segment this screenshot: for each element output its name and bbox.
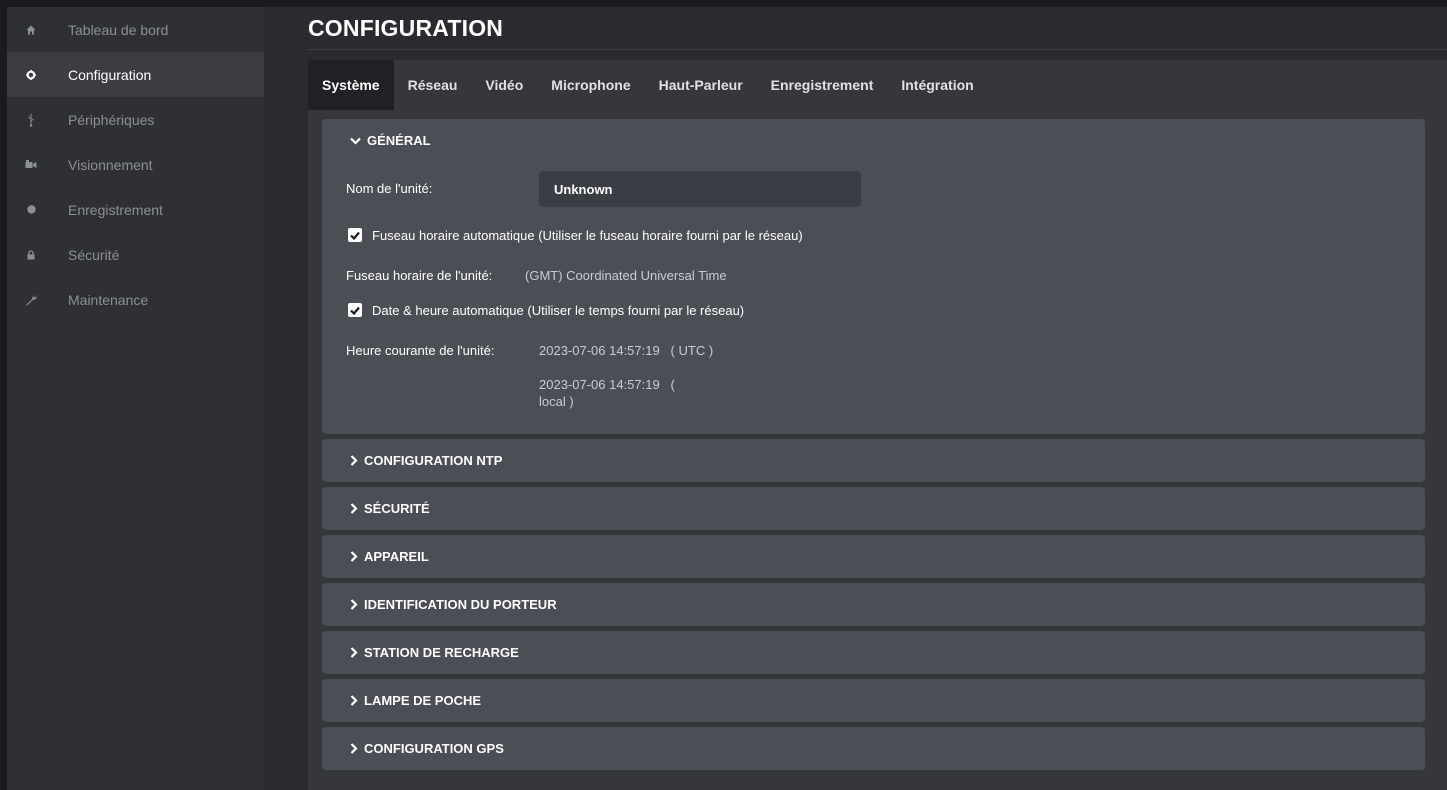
record-dot-icon xyxy=(7,205,55,214)
sidebar: Tableau de bord Configuration Périphériq… xyxy=(7,7,264,790)
panel-ntp: CONFIGURATION NTP xyxy=(322,439,1425,482)
chevron-right-icon xyxy=(350,599,358,610)
app-root: Tableau de bord Configuration Périphériq… xyxy=(0,0,1447,790)
tab-speaker[interactable]: Haut-Parleur xyxy=(645,60,757,110)
chevron-right-icon xyxy=(350,503,358,514)
panel-gps: CONFIGURATION GPS xyxy=(322,727,1425,770)
home-icon xyxy=(7,25,55,35)
sidebar-item-label: Périphériques xyxy=(68,111,155,128)
sidebar-item-label: Visionnement xyxy=(68,156,153,173)
panel-title: CONFIGURATION NTP xyxy=(364,453,503,468)
tab-recording[interactable]: Enregistrement xyxy=(757,60,888,110)
gear-icon xyxy=(7,69,55,80)
panel-title: CONFIGURATION GPS xyxy=(364,741,504,756)
page-title: CONFIGURATION xyxy=(308,15,504,41)
main-area: CONFIGURATION Système Réseau Vidéo Micro… xyxy=(264,7,1447,790)
chevron-down-icon xyxy=(350,137,361,145)
panel-gps-header[interactable]: CONFIGURATION GPS xyxy=(322,727,1425,770)
chevron-right-icon xyxy=(350,695,358,706)
chevron-right-icon xyxy=(350,743,358,754)
usb-icon xyxy=(7,113,55,127)
sidebar-item-label: Maintenance xyxy=(68,291,149,308)
video-icon xyxy=(7,160,55,169)
panel-title: SÉCURITÉ xyxy=(364,501,430,516)
tab-video[interactable]: Vidéo xyxy=(471,60,537,110)
lock-icon xyxy=(7,249,55,260)
panel-general-header[interactable]: GÉNÉRAL xyxy=(322,119,1425,162)
panel-general: GÉNÉRAL Nom de l'unité: Fuseau horaire a… xyxy=(322,119,1425,434)
sidebar-item-recording[interactable]: Enregistrement xyxy=(7,187,264,232)
sidebar-item-configuration[interactable]: Configuration xyxy=(7,52,264,97)
content-panel: Système Réseau Vidéo Microphone Haut-Par… xyxy=(308,60,1447,790)
auto-timezone-label[interactable]: Fuseau horaire automatique (Utiliser le … xyxy=(372,228,803,243)
panel-wearer-id-header[interactable]: IDENTIFICATION DU PORTEUR xyxy=(322,583,1425,626)
panel-title: GÉNÉRAL xyxy=(367,133,431,148)
chevron-right-icon xyxy=(350,551,358,562)
accordion: GÉNÉRAL Nom de l'unité: Fuseau horaire a… xyxy=(322,119,1425,775)
wrench-icon xyxy=(7,294,55,306)
panel-title: LAMPE DE POCHE xyxy=(364,693,482,708)
sidebar-item-security[interactable]: Sécurité xyxy=(7,232,264,277)
panel-security-header[interactable]: SÉCURITÉ xyxy=(322,487,1425,530)
current-time-utc: 2023-07-06 14:57:19 ( UTC ) xyxy=(539,343,714,358)
panel-title: STATION DE RECHARGE xyxy=(364,645,519,660)
panel-security: SÉCURITÉ xyxy=(322,487,1425,530)
unit-name-label: Nom de l'unité: xyxy=(346,181,433,196)
sidebar-item-label: Configuration xyxy=(68,66,152,83)
sidebar-item-peripherals[interactable]: Périphériques xyxy=(7,97,264,142)
checkmark-icon xyxy=(350,231,360,240)
panel-device-header[interactable]: APPAREIL xyxy=(322,535,1425,578)
auto-timezone-checkbox[interactable] xyxy=(348,228,362,242)
checkmark-icon xyxy=(350,306,360,315)
sidebar-item-label: Tableau de bord xyxy=(68,21,169,38)
panel-title: IDENTIFICATION DU PORTEUR xyxy=(364,597,557,612)
timezone-value: (GMT) Coordinated Universal Time xyxy=(525,268,727,283)
tab-network[interactable]: Réseau xyxy=(394,60,472,110)
auto-datetime-label[interactable]: Date & heure automatique (Utiliser le te… xyxy=(372,303,744,318)
tab-integration[interactable]: Intégration xyxy=(887,60,987,110)
panel-flashlight: LAMPE DE POCHE xyxy=(322,679,1425,722)
panel-device: APPAREIL xyxy=(322,535,1425,578)
current-time-local-line2: local ) xyxy=(539,394,574,409)
panel-charging-station-header[interactable]: STATION DE RECHARGE xyxy=(322,631,1425,674)
chevron-right-icon xyxy=(350,455,358,466)
unit-name-input[interactable] xyxy=(539,171,861,207)
tab-system[interactable]: Système xyxy=(308,60,394,110)
timezone-label: Fuseau horaire de l'unité: xyxy=(346,268,493,283)
auto-datetime-checkbox[interactable] xyxy=(348,303,362,317)
current-time-local-line1: 2023-07-06 14:57:19 ( xyxy=(539,377,675,392)
title-divider xyxy=(308,49,1447,50)
sidebar-item-viewing[interactable]: Visionnement xyxy=(7,142,264,187)
panel-charging-station: STATION DE RECHARGE xyxy=(322,631,1425,674)
panel-ntp-header[interactable]: CONFIGURATION NTP xyxy=(322,439,1425,482)
tab-bar: Système Réseau Vidéo Microphone Haut-Par… xyxy=(308,60,1447,110)
sidebar-item-label: Enregistrement xyxy=(68,201,163,218)
chevron-right-icon xyxy=(350,647,358,658)
tab-microphone[interactable]: Microphone xyxy=(537,60,644,110)
sidebar-item-maintenance[interactable]: Maintenance xyxy=(7,277,264,322)
sidebar-item-label: Sécurité xyxy=(68,246,120,263)
panel-wearer-id: IDENTIFICATION DU PORTEUR xyxy=(322,583,1425,626)
panel-flashlight-header[interactable]: LAMPE DE POCHE xyxy=(322,679,1425,722)
panel-title: APPAREIL xyxy=(364,549,429,564)
sidebar-item-dashboard[interactable]: Tableau de bord xyxy=(7,7,264,52)
current-time-label: Heure courante de l'unité: xyxy=(346,343,495,358)
